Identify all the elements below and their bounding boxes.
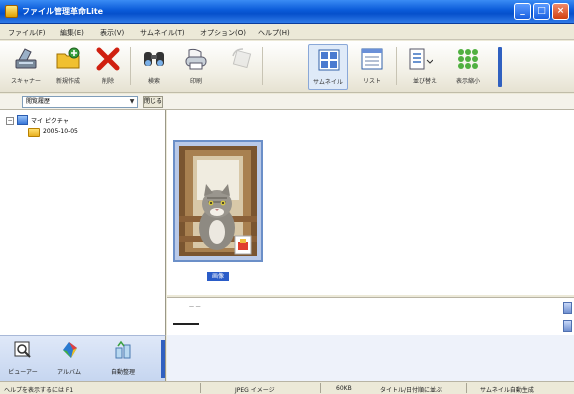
menu-view[interactable]: 表示(V): [100, 28, 124, 38]
scanner-button[interactable]: スキャナー: [6, 44, 46, 90]
menu-help[interactable]: ヘルプ(H): [258, 28, 290, 38]
dropdown-arrow-icon[interactable]: ▼: [127, 97, 137, 107]
thumbnail-pane: 画像: [167, 110, 574, 295]
folder-dropdown-value: 閲覧履歴: [26, 98, 51, 105]
menu-thumbnail[interactable]: サムネイル(T): [140, 28, 185, 38]
menu-options[interactable]: オプション(O): [200, 28, 246, 38]
minimize-button[interactable]: _: [514, 3, 531, 20]
status-file-size: 60KB: [336, 385, 352, 392]
album-button[interactable]: アルバム: [50, 339, 88, 379]
auto-organize-label: 自動整理: [110, 369, 135, 376]
sort-button[interactable]: 並び替え: [400, 44, 450, 90]
viewer-icon: [14, 341, 31, 358]
toolbar-separator: [262, 47, 263, 85]
viewer-button[interactable]: ビューアー: [4, 339, 42, 379]
window-title: ファイル管理革命Lite: [22, 7, 104, 16]
close-button[interactable]: ×: [552, 3, 569, 20]
toolbar-separator: [130, 47, 131, 85]
rotate-button[interactable]: [222, 44, 262, 90]
auto-organize-button[interactable]: 自動整理: [104, 339, 142, 379]
content-header-strip: [166, 94, 574, 110]
search-label: 検索: [147, 78, 160, 85]
status-thumb-mode: サムネイル自動生成: [480, 387, 534, 394]
display-size-label: 表示縮小: [455, 78, 480, 85]
print-label: 印刷: [189, 78, 202, 85]
tree-collapse-icon[interactable]: −: [6, 117, 14, 125]
maximize-button[interactable]: □: [533, 3, 550, 20]
title-bar[interactable]: ファイル管理革命Lite _ □ ×: [0, 0, 574, 24]
scanner-icon: [15, 48, 37, 69]
tree-item-date-folder[interactable]: 2005-10-05: [43, 128, 78, 135]
status-separator: [200, 383, 201, 393]
delete-x-icon: [96, 47, 120, 71]
status-sort-mode: タイトル/日付順に並ぶ: [380, 387, 443, 394]
list-view-label: リスト: [362, 78, 381, 85]
status-image-type: JPEG イメージ: [235, 387, 275, 394]
status-separator: [466, 383, 467, 393]
list-view-button[interactable]: リスト: [352, 44, 392, 90]
close-pane-button[interactable]: 閉じる: [143, 96, 163, 108]
folder-bar: 閲覧履歴 ▼ 閉じる: [0, 94, 166, 110]
thumbnail-view-button[interactable]: サムネイル: [308, 44, 348, 90]
display-size-grid-icon: [458, 49, 478, 69]
info-pane: — —: [167, 297, 574, 335]
scroll-down-button[interactable]: [563, 320, 572, 332]
task-pane: ビューアー アルバム 自動整理: [0, 335, 166, 381]
printer-icon: [185, 48, 207, 70]
status-bar: ヘルプを表示するには F1 JPEG イメージ 60KB タイトル/日付順に並ぶ…: [0, 381, 574, 394]
print-button[interactable]: 印刷: [176, 44, 216, 90]
status-separator: [320, 383, 321, 393]
auto-organize-icon: [115, 340, 131, 359]
app-icon: [5, 5, 18, 18]
album-label: アルバム: [57, 369, 81, 376]
thumbnail-item[interactable]: [173, 140, 263, 262]
thumbnail-view-icon: [318, 49, 340, 71]
status-help: ヘルプを表示するには F1: [4, 387, 74, 394]
scanner-label: スキャナー: [10, 78, 41, 85]
list-view-icon: [361, 48, 383, 70]
sort-label: 並び替え: [412, 78, 437, 85]
new-folder-button[interactable]: 新規作成: [48, 44, 88, 90]
folder-tree: − マイ ピクチャ 2005-10-05: [0, 110, 166, 335]
sort-icon: [409, 48, 433, 70]
menu-file[interactable]: ファイル(F): [8, 28, 46, 38]
my-pictures-icon: [17, 115, 28, 125]
task-pane-right-area: [167, 335, 574, 381]
tree-item-my-pictures[interactable]: マイ ピクチャ: [31, 116, 69, 125]
new-folder-label: 新規作成: [55, 78, 80, 85]
toolbar: スキャナー 新規作成 削除 検索 印刷 サムネイル リスト 並び替え 表示縮小: [0, 41, 574, 93]
info-underline: [173, 323, 199, 325]
viewer-label: ビューアー: [8, 369, 38, 376]
binoculars-icon: [144, 52, 164, 66]
menu-edit[interactable]: 編集(E): [60, 28, 84, 38]
thumbnail-view-label: サムネイル: [313, 79, 343, 86]
new-folder-icon: [56, 47, 80, 69]
search-button[interactable]: 検索: [134, 44, 174, 90]
album-icon: [63, 342, 77, 358]
info-text: — —: [189, 304, 201, 310]
toolbar-grip[interactable]: [498, 47, 502, 87]
scroll-up-button[interactable]: [563, 302, 572, 314]
display-size-button[interactable]: 表示縮小: [448, 44, 488, 90]
folder-dropdown[interactable]: 閲覧履歴 ▼: [22, 96, 138, 108]
app-window: ファイル管理革命Lite _ □ × ファイル(F) 編集(E) 表示(V) サ…: [0, 0, 574, 394]
cat-photo-thumbnail: [179, 146, 257, 256]
delete-label: 削除: [101, 78, 114, 85]
task-pane-grip[interactable]: [161, 340, 165, 378]
toolbar-separator: [396, 47, 397, 85]
folder-icon: [28, 128, 40, 137]
delete-button[interactable]: 削除: [88, 44, 128, 90]
thumbnail-caption[interactable]: 画像: [207, 272, 229, 281]
rotate-icon: [232, 48, 252, 69]
menu-bar: ファイル(F) 編集(E) 表示(V) サムネイル(T) オプション(O) ヘル…: [0, 24, 574, 40]
